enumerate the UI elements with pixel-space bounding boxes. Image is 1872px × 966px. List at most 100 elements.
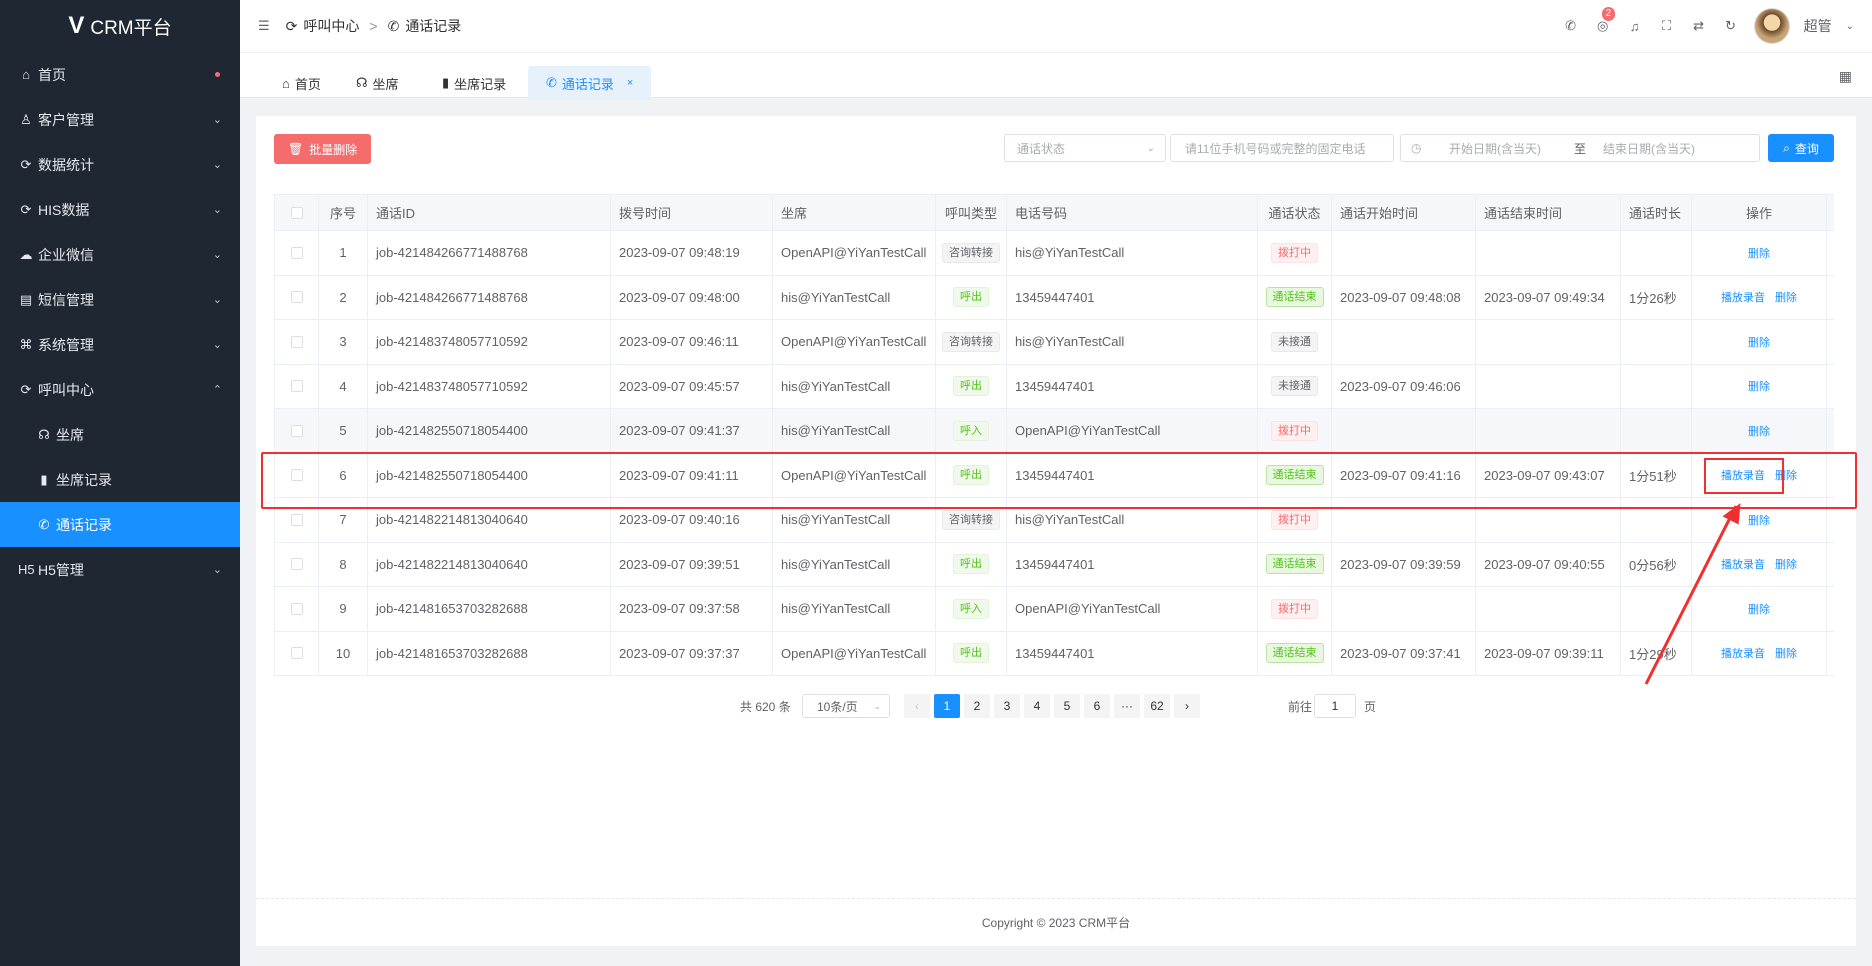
delete-link[interactable]: 删除	[1748, 245, 1770, 261]
page-button[interactable]: ···	[1114, 694, 1140, 718]
menu-icon: H5	[18, 562, 35, 577]
tab-home[interactable]: ⌂ 首页	[264, 66, 339, 100]
cell-agent: his@YiYanTestCall	[773, 275, 936, 319]
button-label: 批量删除	[309, 142, 358, 157]
delete-link[interactable]: 删除	[1748, 378, 1770, 394]
delete-link[interactable]: 删除	[1775, 645, 1797, 661]
submenu-item-1[interactable]: ▮ 坐席记录	[0, 457, 240, 502]
sidebar-item-2[interactable]: ⟳ 数据统计 ⌄	[0, 142, 240, 187]
tab-call-records[interactable]: ✆ 通话记录 ×	[528, 66, 652, 100]
bell-icon[interactable]: ♫	[1626, 19, 1644, 34]
sidebar-item-1[interactable]: ♙ 客户管理 ⌄	[0, 97, 240, 142]
row-checkbox[interactable]	[290, 647, 303, 660]
status-badge: 通话结束	[1265, 554, 1324, 575]
select-all-checkbox[interactable]	[290, 206, 303, 219]
cell-phone: 13459447401	[1007, 631, 1258, 675]
chevron-down-icon: ⌄	[1146, 142, 1155, 154]
cell-dial-time: 2023-09-07 09:45:57	[611, 364, 773, 408]
fullscreen-icon[interactable]: ⛶	[1658, 18, 1676, 34]
refresh-icon[interactable]: ↻	[1722, 18, 1740, 34]
breadcrumb-item[interactable]: 呼叫中心	[303, 16, 359, 36]
play-recording-link[interactable]: 播放录音	[1721, 289, 1765, 305]
cell-start-time: 2023-09-07 09:48:08	[1332, 275, 1476, 319]
cell-end-time	[1476, 587, 1621, 631]
page-button[interactable]: 3	[994, 694, 1020, 718]
delete-link[interactable]: 删除	[1748, 334, 1770, 350]
sidebar-item-0[interactable]: ⌂ 首页	[0, 52, 240, 97]
next-page-button[interactable]: ›	[1174, 694, 1200, 718]
page-button[interactable]: 62	[1144, 694, 1170, 718]
sidebar-item-6[interactable]: ⌘ 系统管理 ⌄	[0, 322, 240, 367]
page-button[interactable]: 2	[964, 694, 990, 718]
batch-delete-button[interactable]: 🗑 批量删除	[274, 134, 372, 164]
highlight-row-annotation	[261, 452, 1857, 509]
row-checkbox[interactable]	[290, 602, 303, 615]
sidebar-item-7[interactable]: ⟳ 呼叫中心 ⌃	[0, 367, 240, 412]
row-checkbox[interactable]	[290, 558, 303, 571]
grid-icon[interactable]: ▦	[1839, 68, 1852, 85]
delete-link[interactable]: 删除	[1748, 601, 1770, 617]
sidebar-item-3[interactable]: ⟳ HIS数据 ⌄	[0, 187, 240, 232]
translate-icon[interactable]: ⇄	[1690, 18, 1708, 34]
sidebar-item-h5[interactable]: H5 H5管理 ⌄	[0, 547, 240, 592]
tab-seat-records[interactable]: ▮ 坐席记录	[424, 66, 524, 100]
message-icon[interactable]: ◎ 2	[1594, 7, 1616, 34]
row-checkbox[interactable]	[290, 246, 303, 259]
chevron-icon: ⌄	[212, 204, 222, 216]
cell-call-id: job-421483748057710592	[368, 320, 611, 364]
goto-page-input[interactable]: 1	[1314, 694, 1356, 718]
row-checkbox[interactable]	[290, 380, 303, 393]
pagination-total: 共 620 条	[740, 699, 791, 714]
phone-search-input[interactable]: 请11位手机号码或完整的固定电话	[1170, 134, 1394, 162]
page-button[interactable]: 5	[1054, 694, 1080, 718]
menu-icon: ✆	[38, 516, 50, 532]
column-header: 通话开始时间	[1332, 195, 1476, 230]
cell-dial-time: 2023-09-07 09:39:51	[611, 542, 773, 586]
menu-label: 企业微信	[38, 246, 94, 263]
row-checkbox[interactable]	[290, 424, 303, 437]
fold-menu-icon[interactable]: ☰	[258, 18, 270, 34]
submenu-item-0[interactable]: ☊ 坐席	[0, 412, 240, 457]
cell-duration: 1分26秒	[1621, 275, 1692, 319]
start-date-input[interactable]: 开始日期(含当天)	[1449, 140, 1565, 157]
sidebar-item-4[interactable]: ☁ 企业微信 ⌄	[0, 232, 240, 277]
delete-link[interactable]: 删除	[1748, 423, 1770, 439]
call-records-table: 序号 通话ID 拨号时间 坐席 呼叫类型 电话号码 通话状态 通话开始时间 通话结束时间 通话时长…	[274, 194, 1834, 676]
prev-page-button[interactable]: ‹	[904, 694, 930, 718]
page-button[interactable]: 1	[934, 694, 960, 718]
avatar[interactable]	[1753, 8, 1790, 44]
delete-link[interactable]: 删除	[1775, 556, 1797, 572]
breadcrumb: ⟳ 呼叫中心 > ✆ 通话记录	[286, 16, 462, 36]
user-name[interactable]: 超管	[1804, 16, 1832, 36]
cell-dial-time: 2023-09-07 09:37:58	[611, 587, 773, 631]
search-button[interactable]: ⌕ 查询	[1768, 134, 1834, 162]
sidebar-item-5[interactable]: ▤ 短信管理 ⌄	[0, 277, 240, 322]
table-row: 3 job-421483748057710592 2023-09-07 09:46:…	[275, 320, 1834, 365]
end-date-input[interactable]: 结束日期(含当天)	[1603, 140, 1695, 157]
delete-link[interactable]: 删除	[1775, 289, 1797, 305]
phone-icon[interactable]: ✆	[1562, 18, 1580, 34]
row-checkbox[interactable]	[290, 335, 303, 348]
phone-icon: ✆	[546, 75, 557, 90]
footer-divider	[256, 898, 1856, 899]
cell-start-time	[1332, 231, 1476, 275]
submenu-item-2[interactable]: ✆ 通话记录	[0, 502, 240, 547]
row-select-cell	[275, 631, 319, 675]
close-icon[interactable]: ×	[627, 77, 633, 89]
page-button[interactable]: 6	[1084, 694, 1110, 718]
row-select-cell	[275, 275, 319, 319]
call-status-select[interactable]: 通话状态 ⌄	[1004, 134, 1166, 162]
cell-start-time	[1332, 587, 1476, 631]
date-range-picker[interactable]: ◷ 开始日期(含当天) 至 结束日期(含当天)	[1400, 134, 1760, 162]
menu-label: H5管理	[38, 561, 84, 578]
status-badge: 拨打中	[1271, 242, 1318, 263]
page-button[interactable]: 4	[1024, 694, 1050, 718]
page-size-select[interactable]: 10条/页 ⌄	[802, 694, 890, 718]
chevron-down-icon[interactable]: ⌄	[1846, 21, 1854, 32]
row-checkbox[interactable]	[290, 291, 303, 304]
row-select-cell	[275, 364, 319, 408]
tab-seat[interactable]: ☊ 坐席	[338, 66, 417, 100]
delete-link[interactable]: 删除	[1748, 512, 1770, 528]
headset-icon: ☊	[356, 75, 368, 90]
row-checkbox[interactable]	[290, 513, 303, 526]
